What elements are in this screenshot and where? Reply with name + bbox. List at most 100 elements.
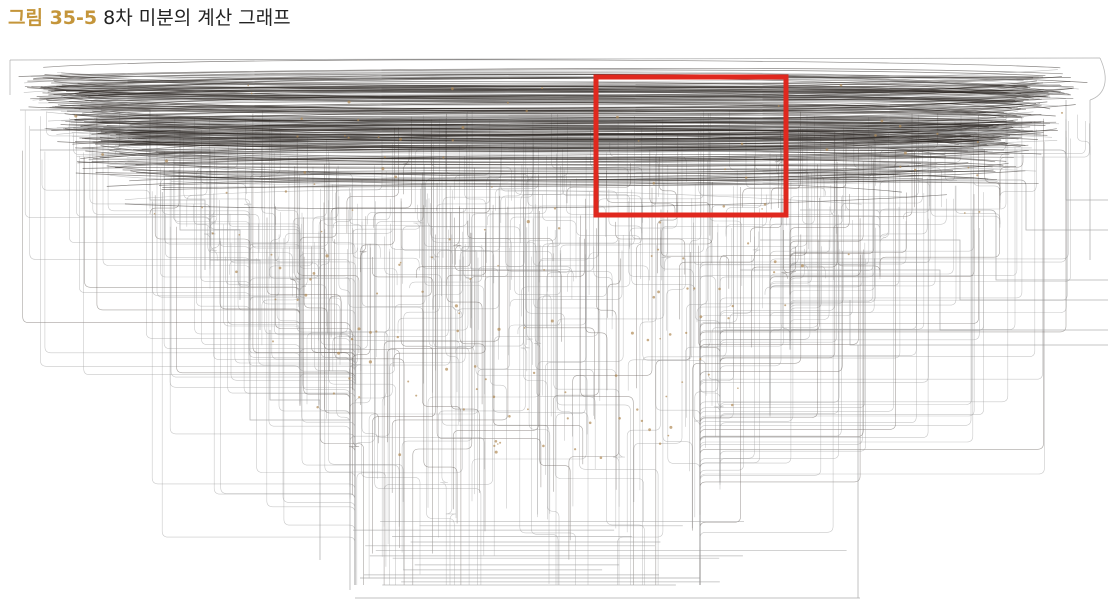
graph-node [599, 456, 603, 460]
graph-node [777, 105, 780, 107]
graph-node [727, 317, 730, 320]
graph-node [351, 209, 354, 211]
graph-edge [323, 209, 434, 260]
graph-edge [349, 187, 363, 231]
graph-node [296, 298, 299, 301]
graph-edge [154, 195, 251, 315]
graph-edge [227, 208, 356, 526]
graph-node [668, 333, 672, 336]
graph-edge [642, 216, 727, 585]
graph-edge [43, 59, 1061, 69]
graph-node [398, 453, 402, 457]
graph-edge [699, 156, 1043, 580]
graph-edge [124, 189, 862, 205]
graph-node [399, 137, 402, 141]
graph-node [899, 165, 902, 168]
graph-node [685, 331, 688, 334]
graph-edge [699, 130, 1009, 543]
graph-node [699, 315, 703, 319]
graph-node [731, 304, 734, 308]
graph-edge [719, 216, 973, 434]
graph-node [665, 395, 668, 398]
graph-node [483, 228, 486, 231]
graph-edge [660, 237, 694, 291]
graph-edge [607, 258, 621, 318]
graph-node [165, 159, 168, 163]
graph-edge [389, 244, 466, 585]
graph-edge [789, 246, 822, 329]
graph-edge [348, 209, 424, 384]
graph-node [640, 419, 644, 423]
graph-node [652, 295, 656, 299]
graph-node [445, 367, 449, 371]
graph-node [898, 124, 902, 128]
graph-node [381, 167, 385, 171]
graph-node [740, 142, 744, 146]
graph-node [800, 264, 804, 268]
graph-node [773, 271, 776, 274]
graph-node [494, 450, 498, 454]
graph-edge [699, 218, 984, 575]
graph-node [475, 388, 478, 391]
graph-node [745, 176, 748, 179]
graph-edge [431, 186, 537, 253]
graph-node [492, 395, 496, 399]
graph-node [461, 126, 465, 129]
graph-node [421, 290, 424, 293]
graph-edge [500, 157, 618, 199]
graph-node [724, 168, 727, 171]
graph-edge [164, 151, 301, 370]
graph-edge [283, 238, 356, 585]
graph-node [274, 298, 277, 301]
graph-node [1061, 111, 1063, 114]
graph-edge [789, 171, 917, 350]
graph-node [648, 428, 651, 432]
graph-edge [274, 184, 357, 385]
graph-edge [271, 127, 356, 527]
graph-node [458, 312, 461, 315]
graph-node [976, 174, 979, 177]
graph-node [646, 338, 650, 342]
graph-node [451, 87, 454, 91]
graph-node [541, 87, 544, 90]
graph-node [526, 220, 530, 224]
graph-node [357, 118, 360, 122]
graph-node [658, 221, 662, 224]
graph-edge [334, 239, 405, 585]
graph-node [399, 261, 402, 264]
graph-node [469, 277, 472, 280]
graph-node [614, 374, 618, 377]
graph-node [652, 181, 656, 185]
graph-node [238, 234, 241, 236]
graph-edge [22, 150, 351, 446]
graph-edge [538, 191, 590, 341]
graph-node [718, 287, 721, 291]
graph-node [357, 327, 361, 331]
graph-edge [699, 150, 896, 532]
graph-node [300, 117, 304, 120]
graph-node [337, 351, 341, 355]
graph-edge [303, 217, 351, 441]
graph-node [316, 406, 319, 409]
graph-node [747, 242, 750, 245]
graph-node [722, 205, 726, 208]
graph-edge [492, 255, 589, 585]
graph-node [369, 331, 372, 334]
graph-node [976, 141, 979, 143]
graph-edge [1077, 114, 1091, 155]
graph-node [574, 448, 577, 451]
graph-edge [269, 330, 321, 560]
graph-node [377, 136, 380, 139]
graph-node [936, 132, 939, 135]
graph-edge [1089, 57, 1106, 101]
graph-node [681, 381, 684, 383]
graph-edge [209, 207, 220, 257]
graph-node [658, 442, 662, 445]
graph-node [394, 175, 398, 179]
graph-node [296, 135, 299, 138]
graph-edge [800, 209, 1108, 281]
graph-node [737, 387, 739, 390]
graph-node [448, 238, 451, 241]
graph-edge [213, 211, 356, 579]
graph-edge [833, 198, 947, 280]
